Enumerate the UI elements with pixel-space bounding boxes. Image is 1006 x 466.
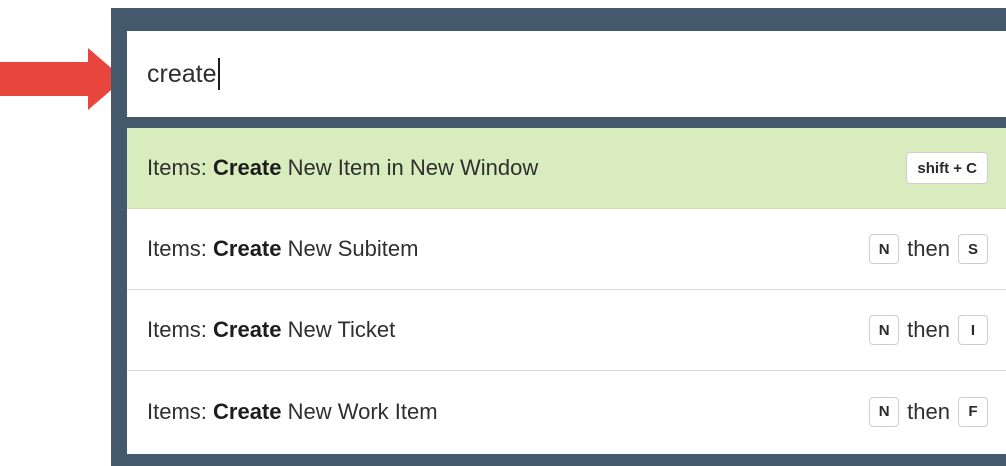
result-item-new-subitem[interactable]: Items: Create New Subitem N then S: [127, 209, 1006, 290]
result-item-new-work-item[interactable]: Items: Create New Work Item N then F: [127, 371, 1006, 452]
result-label: Items: Create New Item in New Window: [147, 155, 906, 181]
shortcut-key: N: [869, 315, 900, 345]
command-palette: create Items: Create New Item in New Win…: [111, 8, 1006, 466]
keyboard-shortcut: N then I: [869, 315, 988, 345]
result-match: Create: [213, 236, 282, 261]
result-suffix: New Work Item: [281, 398, 438, 424]
result-match: Create: [213, 317, 282, 342]
results-list: Items: Create New Item in New Window shi…: [127, 128, 1006, 454]
result-label: Items: Create New Work Item: [147, 399, 869, 425]
shortcut-joiner: then: [907, 317, 950, 342]
result-suffix: New Item in New Window: [281, 155, 539, 180]
shortcut-joiner: then: [907, 398, 950, 424]
search-input[interactable]: create: [147, 60, 216, 89]
result-match: Create: [213, 155, 282, 180]
result-label: Items: Create New Subitem: [147, 236, 869, 262]
screenshot-stage: create Items: Create New Item in New Win…: [0, 0, 1006, 466]
shortcut-joiner: then: [907, 236, 950, 261]
result-prefix: Items:: [147, 155, 214, 180]
result-suffix: New Subitem: [281, 236, 419, 261]
shortcut-key: S: [958, 234, 988, 264]
keyboard-shortcut: N then F: [869, 396, 988, 427]
result-match: Create: [213, 398, 282, 424]
keyboard-shortcut: shift + C: [906, 152, 988, 184]
result-prefix: Items:: [147, 317, 214, 342]
search-box[interactable]: create: [127, 31, 1006, 117]
shortcut-key: I: [958, 315, 988, 345]
result-label: Items: Create New Ticket: [147, 317, 869, 343]
result-prefix: Items:: [147, 236, 214, 261]
result-suffix: New Ticket: [281, 317, 396, 342]
text-caret: [218, 58, 221, 90]
result-item-new-window[interactable]: Items: Create New Item in New Window shi…: [127, 128, 1006, 209]
shortcut-key: shift + C: [906, 152, 988, 184]
result-prefix: Items:: [147, 398, 214, 424]
shortcut-key: F: [958, 396, 988, 427]
shortcut-key: N: [869, 234, 900, 264]
result-item-new-ticket[interactable]: Items: Create New Ticket N then I: [127, 290, 1006, 371]
shortcut-key: N: [869, 396, 900, 427]
keyboard-shortcut: N then S: [869, 234, 988, 264]
